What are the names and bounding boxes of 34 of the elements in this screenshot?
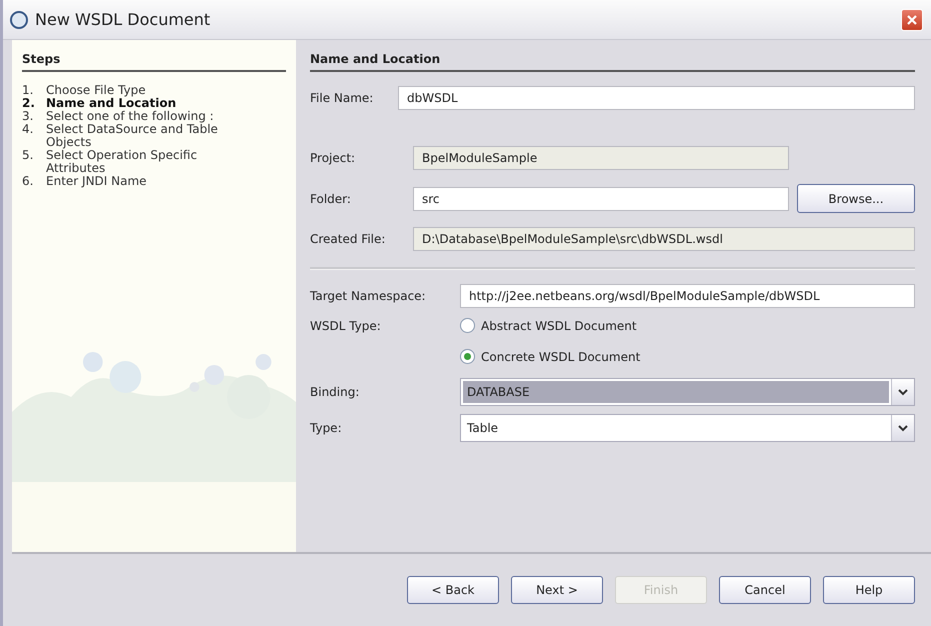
namespace-field[interactable]: http://j2ee.netbeans.org/wsdl/BpelModuleSample/dbWSDL bbox=[460, 284, 915, 308]
field-label: File Name: bbox=[310, 91, 374, 105]
field-label: Project: bbox=[310, 151, 356, 165]
section-heading: Name and Location bbox=[310, 52, 915, 72]
dialog-button[interactable]: Cancel bbox=[719, 576, 811, 604]
dialog-button[interactable]: Next > bbox=[511, 576, 603, 604]
steps-heading: Steps bbox=[22, 52, 286, 72]
step-item: 2. Name and Location bbox=[22, 97, 178, 110]
close-icon bbox=[906, 14, 918, 26]
radio-option[interactable]: Concrete WSDL Document bbox=[460, 349, 640, 364]
type-dropdown[interactable]: Table bbox=[460, 414, 915, 442]
step-item: 6. Enter JNDI Name bbox=[22, 175, 148, 188]
step-item: 3. Select one of the following : bbox=[22, 110, 215, 123]
field-label: Folder: bbox=[310, 192, 352, 206]
dialog-button[interactable]: < Back bbox=[407, 576, 499, 604]
folder-field[interactable]: src bbox=[413, 186, 789, 210]
chevron-down-icon bbox=[898, 388, 908, 396]
field-label: Binding: bbox=[310, 385, 360, 399]
window-title: New WSDL Document bbox=[35, 10, 212, 29]
browse-button[interactable]: Browse... bbox=[797, 184, 915, 213]
field-label: WSDL Type: bbox=[310, 318, 382, 332]
field-label: Type: bbox=[310, 421, 343, 435]
app-icon bbox=[9, 10, 29, 30]
step-item: 4. Select DataSource and Table Objects bbox=[22, 123, 219, 149]
field-label: Target Namespace: bbox=[310, 289, 427, 303]
chevron-down-icon bbox=[898, 424, 908, 432]
step-item: 5. Select Operation Specific Attributes bbox=[22, 149, 198, 175]
file-name-field[interactable]: dbWSDL bbox=[398, 86, 915, 110]
radio-option[interactable]: Abstract WSDL Document bbox=[460, 318, 637, 333]
binding-dropdown[interactable]: DATABASE bbox=[460, 378, 915, 406]
field-label: Created File: bbox=[310, 232, 386, 246]
close-button[interactable] bbox=[901, 8, 923, 30]
dialog-button[interactable]: Help bbox=[823, 576, 915, 604]
step-item: 1. Choose File Type bbox=[22, 84, 147, 97]
